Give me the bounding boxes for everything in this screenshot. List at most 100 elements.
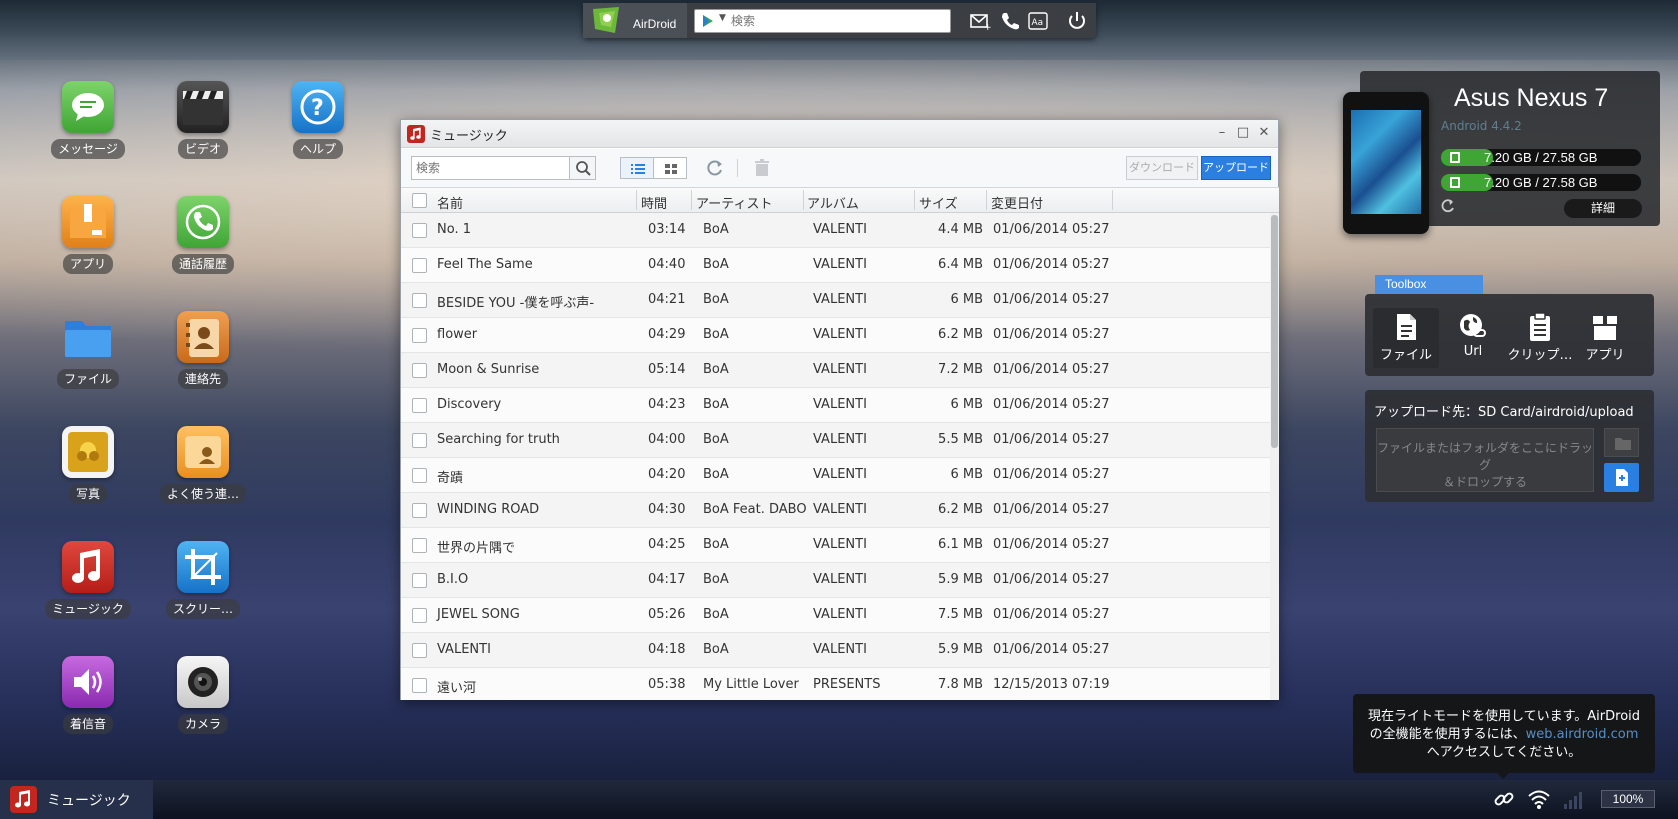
row-checkbox[interactable] xyxy=(412,258,427,273)
column-header-name[interactable]: 名前 xyxy=(437,193,463,212)
table-row[interactable]: No. 1 03:14 BoA VALENTI 4.4 MB 01/06/2014 05:… xyxy=(401,213,1270,248)
row-checkbox[interactable] xyxy=(412,468,427,483)
select-all-checkbox[interactable] xyxy=(412,193,427,208)
table-row[interactable]: VALENTI 04:18 BoA VALENTI 5.9 MB 01/06/2014 0… xyxy=(401,633,1270,668)
table-row[interactable]: Discovery 04:23 BoA VALENTI 6 MB 01/06/2014 0… xyxy=(401,388,1270,423)
close-icon[interactable]: ✕ xyxy=(1256,125,1272,141)
table-header: 名前 時間 アーティスト アルバム サイズ 変更日付 xyxy=(401,187,1279,213)
music-search-box[interactable] xyxy=(411,156,596,180)
search-icon xyxy=(576,161,591,176)
drop-zone[interactable]: ファイルまたはフォルダをここにドラッグ ＆ドロップする xyxy=(1376,428,1594,492)
crop-icon xyxy=(177,541,229,593)
refresh-icon[interactable] xyxy=(1440,198,1456,214)
upload-button[interactable]: アップロード xyxy=(1201,156,1271,180)
song-artist: BoA xyxy=(703,572,729,587)
music-search-input[interactable] xyxy=(416,159,566,177)
song-date: 01/06/2014 05:27 xyxy=(993,292,1110,307)
window-titlebar[interactable]: ミュージック – □ ✕ xyxy=(401,120,1278,148)
row-checkbox[interactable] xyxy=(412,503,427,518)
airdroid-brand[interactable]: AirDroid xyxy=(583,3,687,38)
table-row[interactable]: JEWEL SONG 05:26 BoA VALENTI 7.5 MB 01/06/201… xyxy=(401,598,1270,633)
column-header-date[interactable]: 変更日付 xyxy=(991,193,1043,212)
desktop-icon-video[interactable]: ビデオ xyxy=(153,81,253,159)
download-button[interactable]: ダウンロード xyxy=(1126,156,1198,180)
upload-folder-button[interactable] xyxy=(1604,428,1639,457)
grid-view-button[interactable] xyxy=(653,157,687,179)
desktop-icon-frequent-contacts[interactable]: よく使う連… xyxy=(153,426,253,504)
table-row[interactable]: B.I.O 04:17 BoA VALENTI 5.9 MB 01/06/2014 05:… xyxy=(401,563,1270,598)
table-row[interactable]: 世界の片隅で 04:25 BoA VALENTI 6.1 MB 01/06/2014 05… xyxy=(401,528,1270,563)
table-row[interactable]: flower 04:29 BoA VALENTI 6.2 MB 01/06/2014 05… xyxy=(401,318,1270,353)
column-header-size[interactable]: サイズ xyxy=(919,193,958,212)
list-view-icon xyxy=(631,164,645,174)
table-row[interactable]: Feel The Same 04:40 BoA VALENTI 6.4 MB 01/06/… xyxy=(401,248,1270,283)
font-size-icon[interactable]: Aa xyxy=(1028,11,1050,31)
airdroid-logo-icon xyxy=(593,7,619,33)
desktop-icon-messages[interactable]: メッセージ xyxy=(38,81,138,159)
song-album: VALENTI xyxy=(813,362,867,377)
row-checkbox[interactable] xyxy=(412,328,427,343)
row-checkbox[interactable] xyxy=(412,608,427,623)
top-search-input[interactable] xyxy=(731,11,946,31)
desktop-icon-camera[interactable]: カメラ xyxy=(153,656,253,734)
airdroid-web-link[interactable]: web.airdroid.com xyxy=(1526,727,1639,742)
row-checkbox[interactable] xyxy=(412,573,427,588)
song-time: 04:00 xyxy=(648,432,686,447)
phone-icon[interactable] xyxy=(999,11,1021,31)
desktop-icon-photos[interactable]: 写真 xyxy=(38,426,138,504)
trash-icon[interactable] xyxy=(751,157,773,179)
row-checkbox[interactable] xyxy=(412,643,427,658)
toolbox-tab[interactable]: Toolbox xyxy=(1375,275,1483,294)
column-header-time[interactable]: 時間 xyxy=(641,193,667,212)
refresh-icon[interactable] xyxy=(704,157,726,179)
maximize-icon[interactable]: □ xyxy=(1235,125,1251,141)
search-button[interactable] xyxy=(569,157,595,179)
taskbar-item-music[interactable]: ミュージック xyxy=(0,780,153,819)
toolbox-item-url[interactable]: Url xyxy=(1440,308,1506,368)
desktop-icon-help[interactable]: ? ヘルプ xyxy=(268,81,368,159)
song-time: 05:26 xyxy=(648,607,686,622)
row-checkbox[interactable] xyxy=(412,433,427,448)
column-header-album[interactable]: アルバム xyxy=(807,193,859,212)
table-row[interactable]: Moon & Sunrise 05:14 BoA VALENTI 7.2 MB 01/06… xyxy=(401,353,1270,388)
toolbox-item-clipboard[interactable]: クリップ… xyxy=(1507,308,1573,368)
minimize-icon[interactable]: – xyxy=(1214,125,1230,141)
toolbox-item-file[interactable]: ファイル xyxy=(1373,308,1439,368)
mail-icon[interactable]: + xyxy=(969,11,991,31)
row-checkbox[interactable] xyxy=(412,678,427,693)
desktop-icon-files[interactable]: ファイル xyxy=(38,311,138,389)
column-header-artist[interactable]: アーティスト xyxy=(696,193,772,212)
table-row[interactable]: WINDING ROAD 04:30 BoA Feat. DABO VALENTI 6.… xyxy=(401,493,1270,528)
toolbox-item-apps[interactable]: アプリ xyxy=(1572,308,1638,368)
device-detail-button[interactable]: 詳細 xyxy=(1564,199,1642,218)
desktop-icon-contacts[interactable]: 連絡先 xyxy=(153,311,253,389)
row-checkbox[interactable] xyxy=(412,223,427,238)
table-row[interactable]: BESIDE YOU -僕を呼ぶ声- 04:21 BoA VALENTI 6 MB 01/… xyxy=(401,283,1270,318)
desktop-icon-call-log[interactable]: 通話履歴 xyxy=(153,196,253,274)
list-view-button[interactable] xyxy=(620,157,654,179)
desktop-icon-screenshot[interactable]: スクリー… xyxy=(153,541,253,619)
chevron-down-icon[interactable]: ▼ xyxy=(719,13,726,23)
upload-file-button[interactable] xyxy=(1604,463,1639,492)
table-row[interactable]: 奇蹟 04:20 BoA VALENTI 6 MB 01/06/2014 05:27 xyxy=(401,458,1270,493)
song-date: 01/06/2014 05:27 xyxy=(993,327,1110,342)
row-checkbox[interactable] xyxy=(412,538,427,553)
desktop-icon-apps[interactable]: アプリ xyxy=(38,196,138,274)
table-row[interactable]: Searching for truth 04:00 BoA VALENTI 5.5 MB… xyxy=(401,423,1270,458)
row-checkbox[interactable] xyxy=(412,363,427,378)
globe-link-icon xyxy=(1460,314,1486,337)
power-icon[interactable] xyxy=(1066,11,1088,31)
row-checkbox[interactable] xyxy=(412,398,427,413)
scrollbar-thumb[interactable] xyxy=(1271,215,1278,448)
song-size: 7.2 MB xyxy=(938,362,983,377)
song-album: VALENTI xyxy=(813,222,867,237)
top-search-box[interactable]: ▼ xyxy=(694,9,951,33)
desktop-icon-ringtones[interactable]: 着信音 xyxy=(38,656,138,734)
table-row[interactable]: 遠い河 05:38 My Little Lover PRESENTS 7.8 MB 12/… xyxy=(401,668,1270,700)
desktop-icon-music[interactable]: ミュージック xyxy=(38,541,138,619)
row-checkbox[interactable] xyxy=(412,293,427,308)
song-time: 05:14 xyxy=(648,362,686,377)
vertical-scrollbar[interactable] xyxy=(1270,213,1279,700)
song-album: VALENTI xyxy=(813,397,867,412)
link-icon[interactable] xyxy=(1492,788,1516,810)
